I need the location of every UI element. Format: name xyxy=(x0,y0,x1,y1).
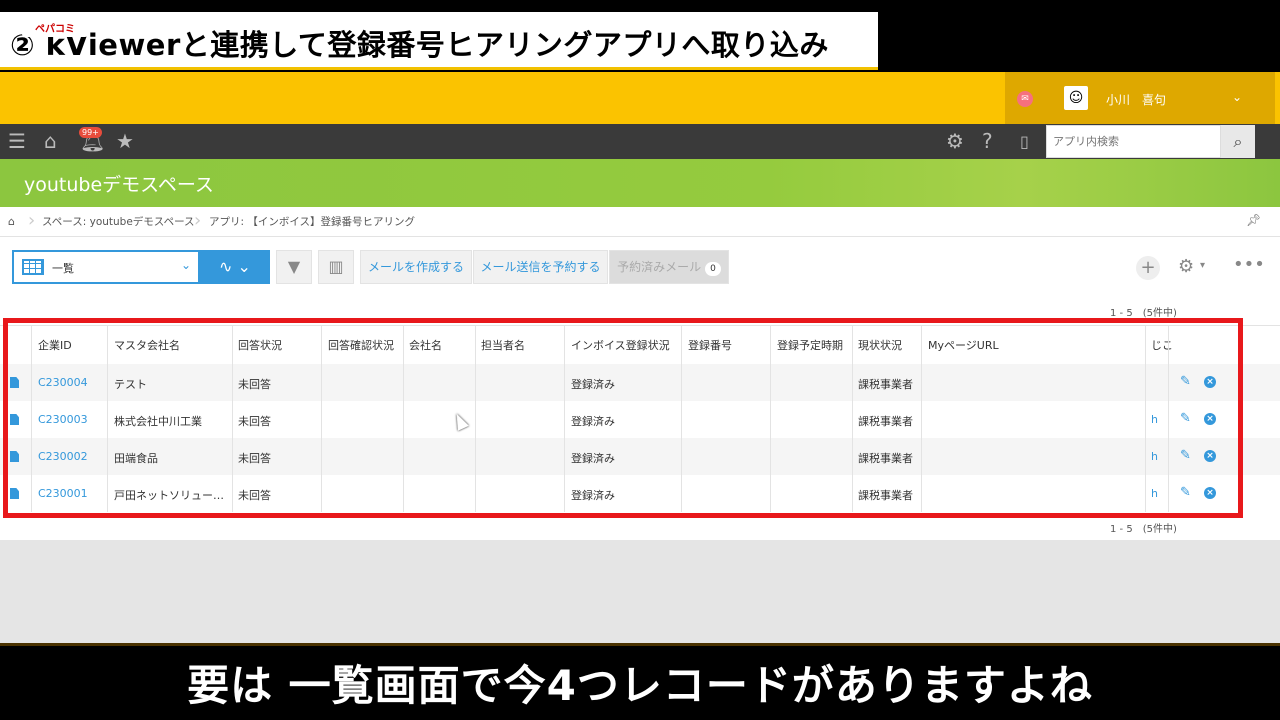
scheduled-mail-count: 0 xyxy=(705,262,721,276)
mobile-icon[interactable]: ▯ xyxy=(1020,124,1029,159)
user-name[interactable]: 小川 喜句 xyxy=(1106,91,1166,108)
pin-icon[interactable]: 📌︎ xyxy=(1246,213,1261,227)
banner-title: ② kViewerと連携して登録番号ヒアリングアプリへ取り込み xyxy=(10,28,829,62)
pager-range: 1 - 5 xyxy=(1110,524,1133,535)
avatar[interactable]: ☺ xyxy=(1064,86,1088,110)
chevron-down-icon[interactable]: ⌄ xyxy=(181,258,191,272)
gear-icon[interactable]: ⚙ xyxy=(946,124,964,159)
video-banner: ② kViewerと連携して登録番号ヒアリングアプリへ取り込み xyxy=(0,0,1280,72)
list-view-icon xyxy=(22,259,44,275)
bar-chart-icon[interactable]: ▥ xyxy=(318,250,354,284)
home-icon[interactable]: ⌂ xyxy=(44,124,57,159)
breadcrumb-space[interactable]: スペース: youtubeデモスペース xyxy=(42,214,195,229)
help-icon[interactable]: ? xyxy=(982,124,993,159)
banner-box: ② kViewerと連携して登録番号ヒアリングアプリへ取り込み xyxy=(0,12,878,70)
home-icon[interactable]: ⌂ xyxy=(8,215,15,228)
pager-bottom: 1 - 5 (5件中) xyxy=(1110,520,1177,535)
chevron-down-icon[interactable]: ⌄ xyxy=(1232,90,1242,104)
notification-badge: 99+ xyxy=(79,127,102,138)
chevron-down-icon[interactable]: ▾ xyxy=(1200,260,1205,271)
scheduled-mail-label: 予約済みメール xyxy=(617,260,702,274)
add-record-icon[interactable]: + xyxy=(1136,256,1160,280)
more-options-icon[interactable]: ••• xyxy=(1233,254,1265,275)
highlight-frame xyxy=(3,318,1243,518)
graph-button[interactable]: ∿ ⌄ xyxy=(200,250,270,284)
filter-icon[interactable]: ▼ xyxy=(276,250,312,284)
app-search-input[interactable] xyxy=(1046,125,1221,158)
video-subtitle: 要は 一覧画面で今4つレコードがありますよね xyxy=(187,661,1093,710)
pager-total: (5件中) xyxy=(1142,524,1177,535)
page-footer-area xyxy=(0,540,1280,643)
view-label: 一覧 xyxy=(52,262,74,275)
breadcrumb-app[interactable]: アプリ: 【インボイス】登録番号ヒアリング xyxy=(209,214,415,229)
schedule-mail-button[interactable]: メール送信を予約する xyxy=(473,250,608,284)
create-mail-button[interactable]: メールを作成する xyxy=(360,250,472,284)
breadcrumb-separator: › xyxy=(28,210,36,231)
settings-icon[interactable]: ⚙ xyxy=(1178,256,1194,277)
breadcrumb-separator: › xyxy=(194,210,202,231)
scheduled-mail-button[interactable]: 予約済みメール 0 xyxy=(609,250,729,284)
search-icon[interactable]: ⌕ xyxy=(1221,125,1255,158)
space-title[interactable]: youtubeデモスペース xyxy=(24,170,214,197)
menu-icon[interactable]: ☰ xyxy=(8,124,26,159)
app-logo[interactable]: ペパコミ xyxy=(22,17,88,37)
pager-top: 1 - 5 (5件中) xyxy=(1110,304,1177,319)
app-header xyxy=(0,72,1280,124)
star-icon[interactable]: ★ xyxy=(116,124,134,159)
mail-icon[interactable]: ✉ xyxy=(1017,91,1033,107)
